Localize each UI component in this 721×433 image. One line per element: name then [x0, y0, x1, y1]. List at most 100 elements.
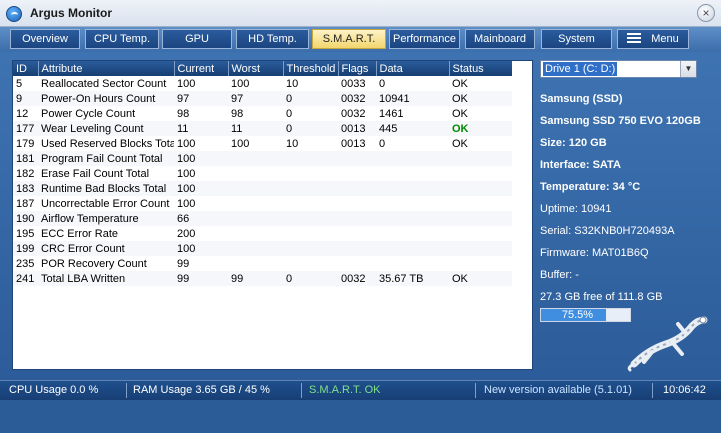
- status-divider: [126, 383, 127, 398]
- table-row[interactable]: 5 Reallocated Sector Count 100 100 10 0033 0 OK: [13, 76, 512, 91]
- cell-worst: 100: [231, 137, 250, 150]
- cell-attribute: POR Recovery Count: [41, 257, 147, 270]
- cell-id: 179: [16, 137, 35, 150]
- cell-attribute: ECC Error Rate: [41, 227, 119, 240]
- column-header-id[interactable]: ID: [13, 61, 39, 76]
- cell-id: 183: [13, 181, 38, 196]
- cell-threshold: 0: [283, 121, 338, 136]
- cell-id: 177: [13, 121, 38, 136]
- column-header-current[interactable]: Current: [174, 61, 229, 76]
- column-header-flags[interactable]: Flags: [338, 61, 377, 76]
- chevron-down-icon[interactable]: ▼: [680, 61, 696, 77]
- tab-gpu[interactable]: GPU: [162, 29, 232, 49]
- cell-threshold: [283, 256, 338, 271]
- tab-performance[interactable]: Performance: [389, 29, 460, 49]
- cell-status: [449, 166, 512, 181]
- cpu-usage-status: CPU Usage 0.0 %: [9, 384, 99, 396]
- drive-firmware: Firmware: MAT01B6Q: [540, 247, 649, 259]
- cell-status: [449, 241, 512, 256]
- cell-threshold: [283, 166, 338, 181]
- table-row[interactable]: 195 ECC Error Rate 200: [13, 226, 512, 241]
- cell-worst: [228, 166, 283, 181]
- cell-data: 0: [379, 137, 386, 150]
- cell-current: 66: [174, 211, 228, 226]
- cell-worst: [228, 211, 283, 226]
- cell-worst: [228, 196, 283, 211]
- cell-threshold: [283, 196, 338, 211]
- cell-id: 181: [13, 151, 38, 166]
- drive-size: Size: 120 GB: [540, 137, 607, 149]
- cell-flags: 0032: [338, 91, 376, 106]
- cell-id: 241: [13, 271, 38, 286]
- drive-buffer: Buffer: -: [540, 269, 579, 281]
- cell-attribute: Power Cycle Count: [41, 107, 136, 120]
- cell-threshold: [283, 151, 338, 166]
- table-row[interactable]: 179 Used Reserved Blocks Total 100 100 10 001…: [13, 136, 512, 151]
- cell-id: 187: [16, 197, 35, 210]
- cell-worst: 100: [231, 77, 250, 90]
- tab-system[interactable]: System: [541, 29, 612, 49]
- cell-data: 10941: [376, 91, 449, 106]
- window-bottom-frame: [0, 400, 721, 433]
- cell-data: [376, 211, 449, 226]
- cell-worst: [228, 256, 283, 271]
- table-row[interactable]: 241 Total LBA Written 99 99 0 0032 35.67 TB OK: [13, 271, 512, 286]
- table-row[interactable]: 177 Wear Leveling Count 11 11 0 0013 445 OK: [13, 121, 512, 136]
- table-row[interactable]: 199 CRC Error Count 100: [13, 241, 512, 256]
- update-available-link[interactable]: New version available (5.1.01): [484, 384, 632, 396]
- cell-worst: 98: [231, 107, 244, 120]
- cell-attribute: Wear Leveling Count: [38, 121, 174, 136]
- table-row[interactable]: 183 Runtime Bad Blocks Total 100: [13, 181, 512, 196]
- cell-data: [376, 196, 449, 211]
- table-header-row: ID Attribute Current Worst Threshold Fla…: [13, 61, 513, 76]
- tab-overview[interactable]: Overview: [10, 29, 80, 49]
- cell-current: 100: [177, 77, 196, 90]
- status-divider: [475, 383, 476, 398]
- column-header-worst[interactable]: Worst: [228, 61, 284, 76]
- drive-select[interactable]: Drive 1 (C: D:) ▼: [540, 60, 697, 78]
- drive-brand: Samsung (SSD): [540, 93, 623, 105]
- drive-serial: Serial: S32KNB0H720493A: [540, 225, 675, 237]
- close-button[interactable]: ×: [697, 4, 715, 22]
- cell-threshold: 10: [286, 137, 299, 150]
- drive-select-value: Drive 1 (C: D:): [543, 62, 618, 76]
- cell-status: OK: [449, 121, 512, 136]
- table-row[interactable]: 182 Erase Fail Count Total 100: [13, 166, 512, 181]
- column-header-data[interactable]: Data: [376, 61, 450, 76]
- cell-current: 100: [174, 241, 228, 256]
- cell-flags: 0033: [341, 77, 366, 90]
- cell-threshold: 0: [286, 107, 293, 120]
- gecko-logo-icon: [627, 316, 708, 372]
- column-header-threshold[interactable]: Threshold: [283, 61, 339, 76]
- table-row[interactable]: 235 POR Recovery Count 99: [13, 256, 512, 271]
- cell-flags: [338, 211, 376, 226]
- cell-status: [449, 196, 512, 211]
- cell-threshold: 0: [283, 91, 338, 106]
- cell-status: OK: [449, 271, 512, 286]
- column-header-status[interactable]: Status: [449, 61, 513, 76]
- tab-mainboard[interactable]: Mainboard: [465, 29, 535, 49]
- drive-uptime: Uptime: 10941: [540, 203, 612, 215]
- cell-attribute: Airflow Temperature: [38, 211, 174, 226]
- tab-cpu-temp[interactable]: CPU Temp.: [85, 29, 159, 49]
- tab-hd-temp[interactable]: HD Temp.: [236, 29, 309, 49]
- status-bar: CPU Usage 0.0 % RAM Usage 3.65 GB / 45 %…: [0, 380, 721, 400]
- cell-status: OK: [452, 77, 468, 90]
- table-row[interactable]: 190 Airflow Temperature 66: [13, 211, 512, 226]
- cell-id: 235: [16, 257, 35, 270]
- status-divider: [301, 383, 302, 398]
- table-row[interactable]: 9 Power-On Hours Count 97 97 0 0032 10941 OK: [13, 91, 512, 106]
- table-row[interactable]: 181 Program Fail Count Total 100: [13, 151, 512, 166]
- cell-attribute: Erase Fail Count Total: [41, 167, 150, 180]
- cell-id: 190: [13, 211, 38, 226]
- cell-attribute: Used Reserved Blocks Total: [41, 137, 174, 150]
- table-row[interactable]: 187 Uncorrectable Error Count 100: [13, 196, 512, 211]
- column-header-attribute[interactable]: Attribute: [38, 61, 175, 76]
- tab-menu[interactable]: Menu: [617, 29, 689, 49]
- cell-flags: [338, 181, 376, 196]
- table-row[interactable]: 12 Power Cycle Count 98 98 0 0032 1461 OK: [13, 106, 512, 121]
- tab-bar: Overview CPU Temp. GPU HD Temp. S.M.A.R.…: [0, 27, 721, 52]
- cell-data: 35.67 TB: [376, 271, 449, 286]
- tab-smart[interactable]: S.M.A.R.T.: [312, 29, 386, 49]
- cell-worst: [228, 241, 283, 256]
